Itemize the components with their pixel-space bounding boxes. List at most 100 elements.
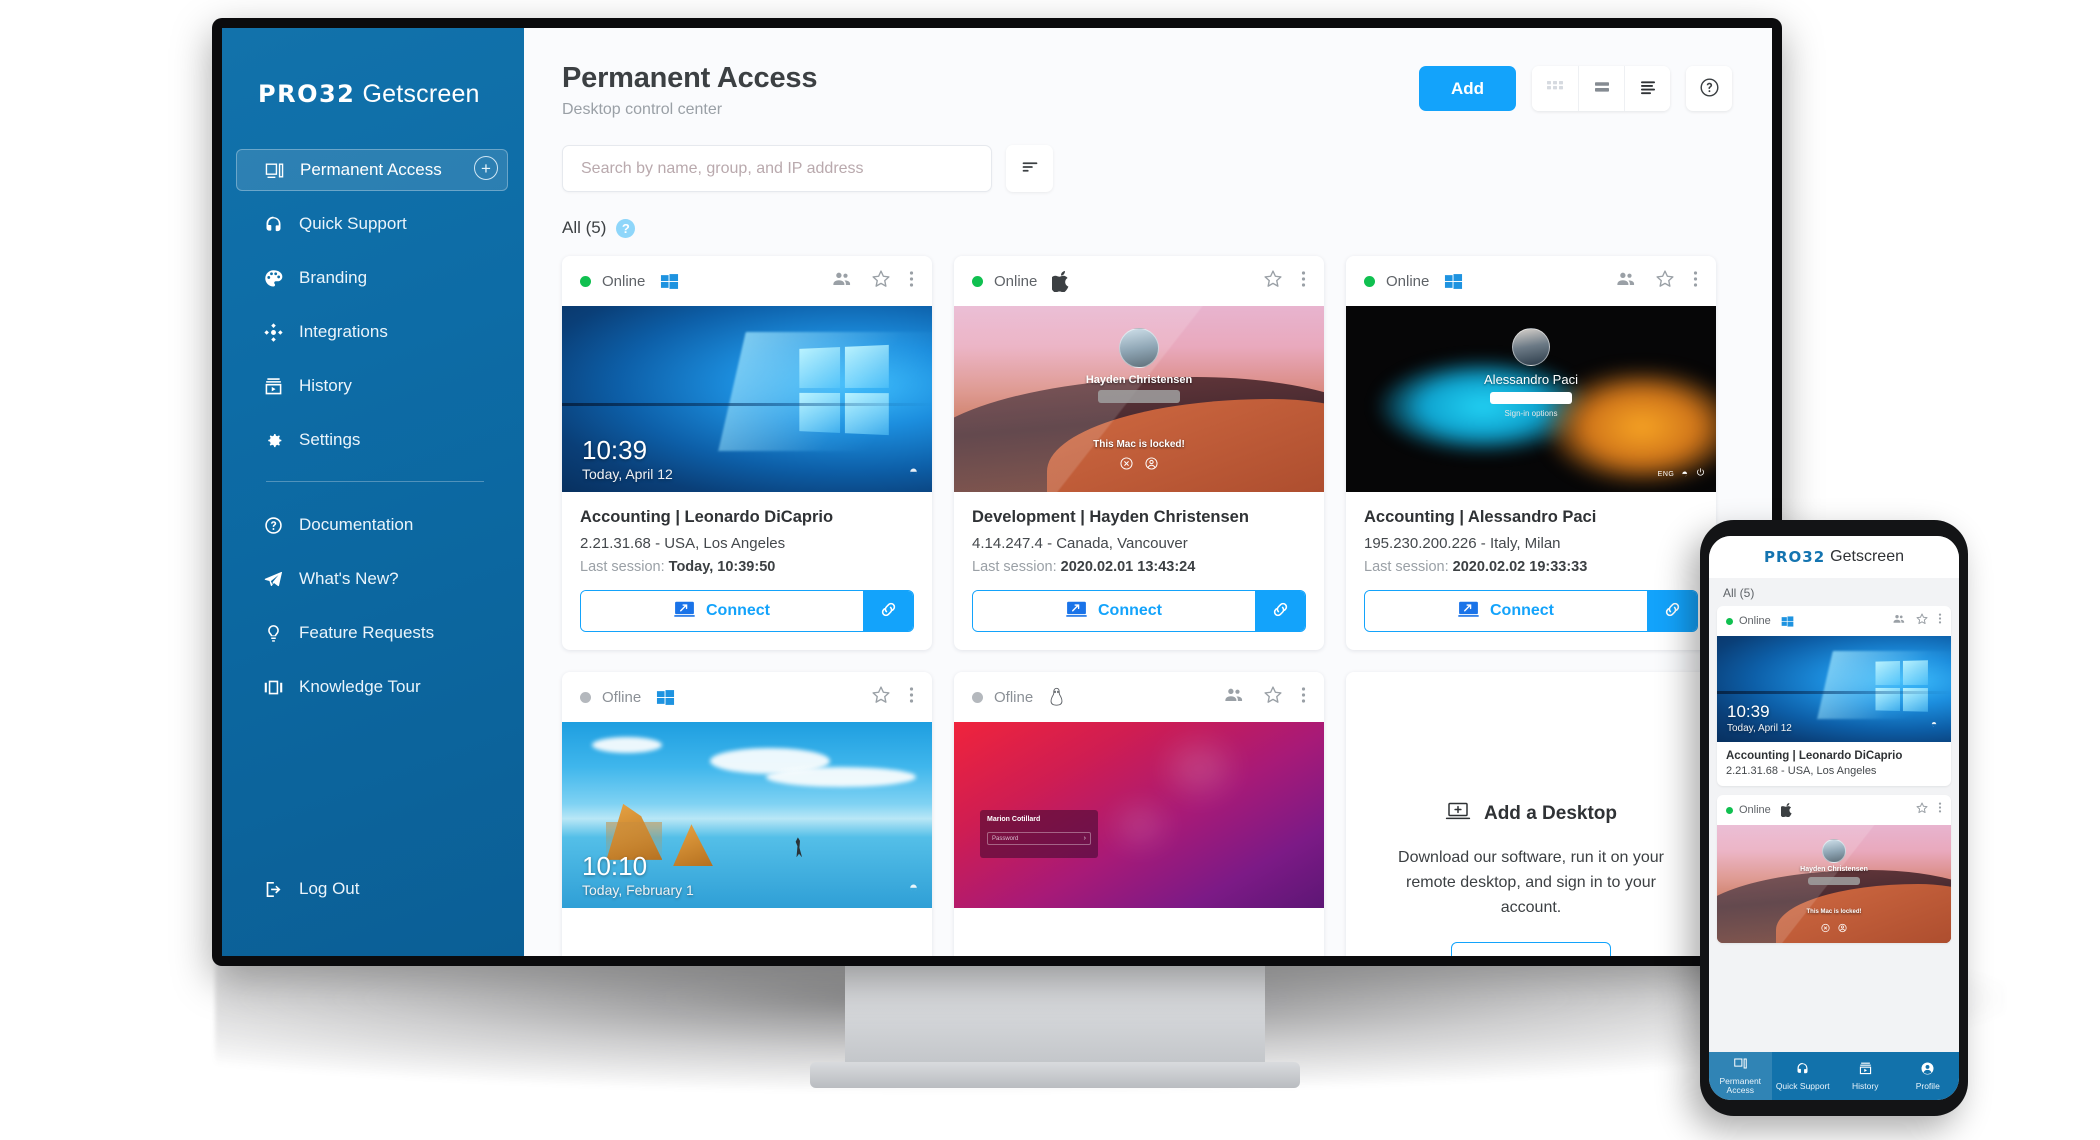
card-header: Ofline (562, 672, 932, 722)
tab-permanent-access[interactable]: Permanent Access (1709, 1052, 1772, 1100)
thumbnail-time: 10:39 (1727, 702, 1770, 721)
sidebar-item-branding[interactable]: Branding (236, 257, 508, 299)
favorite-star-icon[interactable] (870, 684, 892, 711)
thumbnail-date: Today, April 12 (582, 466, 673, 482)
question-badge-icon[interactable]: ? (616, 218, 636, 238)
chevron-right-icon[interactable]: › (1084, 835, 1086, 842)
more-options-icon[interactable] (1693, 269, 1698, 294)
desktop-thumbnail[interactable]: Marion Cotillard Password › (954, 722, 1324, 908)
desktop-thumbnail[interactable]: 10:39 Today, April 12 ◓ (562, 306, 932, 492)
download-button[interactable] (1451, 942, 1611, 956)
wifi-icon: ◓ (908, 463, 918, 480)
logout-button[interactable]: Log Out (222, 878, 360, 900)
history-icon (262, 375, 284, 397)
sidebar-item-knowledge-tour[interactable]: Knowledge Tour (236, 666, 508, 708)
help-button[interactable] (1686, 66, 1732, 111)
table-row[interactable]: Ofline (954, 672, 1324, 956)
card-title: Development | Hayden Christensen (972, 508, 1249, 526)
more-options-icon[interactable] (909, 685, 914, 710)
lightbulb-icon (262, 622, 284, 644)
sidebar-item-permanent-access[interactable]: Permanent Access (236, 149, 508, 191)
sidebar-item-settings[interactable]: Settings (236, 419, 508, 461)
password-field[interactable] (1490, 392, 1572, 404)
grid-view-button[interactable] (1532, 66, 1578, 111)
desktop-thumbnail[interactable]: 10:39 Today, April 12 ◓ (1717, 636, 1951, 742)
palette-icon (262, 267, 284, 289)
sidebar-item-feature-requests[interactable]: Feature Requests (236, 612, 508, 654)
favorite-star-icon[interactable] (1654, 268, 1676, 295)
list-item[interactable]: Online Hayden Christensen This Mac is lo… (1717, 795, 1951, 943)
screen-share-icon (674, 601, 695, 622)
sign-in-options-label[interactable]: Sign-in options (1346, 409, 1716, 418)
more-options-icon[interactable] (1938, 801, 1942, 819)
favorite-star-icon[interactable] (1915, 612, 1929, 631)
desktop-thumbnail[interactable]: Hayden Christensen This Mac is locked! (1717, 825, 1951, 943)
password-field[interactable] (1098, 390, 1180, 403)
status-dot (580, 691, 591, 703)
desktop-thumbnail[interactable]: 10:10 Today, February 1 ◓ (562, 722, 932, 908)
filter-button[interactable] (1006, 145, 1053, 192)
card-view-button[interactable] (1578, 66, 1624, 111)
user-circle-icon[interactable] (1838, 920, 1848, 938)
wallpaper-glow (1168, 744, 1229, 793)
sidebar-item-integrations[interactable]: Integrations (236, 311, 508, 353)
sidebar-item-quick-support[interactable]: Quick Support (236, 203, 508, 245)
password-field[interactable] (1808, 877, 1860, 885)
copy-link-button[interactable] (1647, 591, 1697, 631)
sidebar-item-whats-new[interactable]: What's New? (236, 558, 508, 600)
table-row[interactable]: Online (1346, 256, 1716, 650)
tab-quick-support[interactable]: Quick Support (1772, 1052, 1835, 1100)
windows-icon (656, 688, 675, 707)
apple-icon (1780, 803, 1793, 817)
copy-link-button[interactable] (863, 591, 913, 631)
list-view-button[interactable] (1624, 66, 1670, 111)
card-header: Online (562, 256, 932, 306)
table-row[interactable]: Online (954, 256, 1324, 650)
copy-link-button[interactable] (1255, 591, 1305, 631)
sidebar-item-documentation[interactable]: Documentation (236, 504, 508, 546)
lock-screen-user: Hayden Christensen (1085, 374, 1193, 386)
group-members-icon[interactable] (831, 268, 853, 295)
group-members-icon[interactable] (1223, 684, 1245, 711)
add-button[interactable]: Add (1418, 66, 1516, 111)
add-desktop-card[interactable]: Add a Desktop Download our software, run… (1346, 672, 1716, 956)
main-content: Permanent Access Desktop control center … (524, 28, 1772, 956)
more-options-icon[interactable] (1301, 685, 1306, 710)
status-badge: Online (994, 272, 1038, 290)
more-options-icon[interactable] (1301, 269, 1306, 294)
favorite-star-icon[interactable] (1262, 684, 1284, 711)
password-field[interactable]: Password › (987, 832, 1091, 845)
more-options-icon[interactable] (1938, 612, 1942, 630)
table-row[interactable]: Ofline (562, 672, 932, 956)
sidebar-item-history[interactable]: History (236, 365, 508, 407)
favorite-star-icon[interactable] (1915, 801, 1929, 820)
cancel-circle-icon[interactable] (1119, 456, 1134, 476)
group-members-icon[interactable] (1615, 268, 1637, 295)
search-input[interactable] (562, 145, 992, 192)
sidebar-item-label: Settings (299, 430, 361, 449)
lock-screen-buttons (1119, 456, 1159, 476)
status-badge: Ofline (602, 688, 642, 706)
connect-button[interactable]: Connect (581, 591, 863, 631)
more-options-icon[interactable] (909, 269, 914, 294)
favorite-star-icon[interactable] (1262, 268, 1284, 295)
connect-button[interactable]: Connect (973, 591, 1255, 631)
favorite-star-icon[interactable] (870, 268, 892, 295)
link-icon (878, 599, 899, 623)
table-row[interactable]: Online (562, 256, 932, 650)
connect-button[interactable]: Connect (1365, 591, 1647, 631)
tab-history[interactable]: History (1834, 1052, 1897, 1100)
desktop-thumbnail[interactable]: Hayden Christensen This Mac is locked! (954, 306, 1324, 492)
plus-circle-icon[interactable]: + (474, 156, 498, 180)
card-title: Accounting | Leonardo DiCaprio (1726, 750, 1903, 762)
desktop-thumbnail[interactable]: Alessandro Paci Sign-in options ENG ◓ (1346, 306, 1716, 492)
list-item[interactable]: Online 10:39 Today, April 12 ◓ Accountin… (1717, 606, 1951, 786)
group-members-icon[interactable] (1892, 612, 1906, 631)
card-ip-location: 4.14.247.4 - Canada, Vancouver (972, 535, 1188, 552)
wifi-icon: ◓ (908, 879, 918, 896)
tab-profile[interactable]: Profile (1897, 1052, 1960, 1100)
connect-label: Connect (1098, 602, 1162, 619)
view-mode-toggle (1532, 66, 1670, 111)
cancel-circle-icon[interactable] (1821, 920, 1831, 938)
user-circle-icon[interactable] (1144, 456, 1159, 476)
